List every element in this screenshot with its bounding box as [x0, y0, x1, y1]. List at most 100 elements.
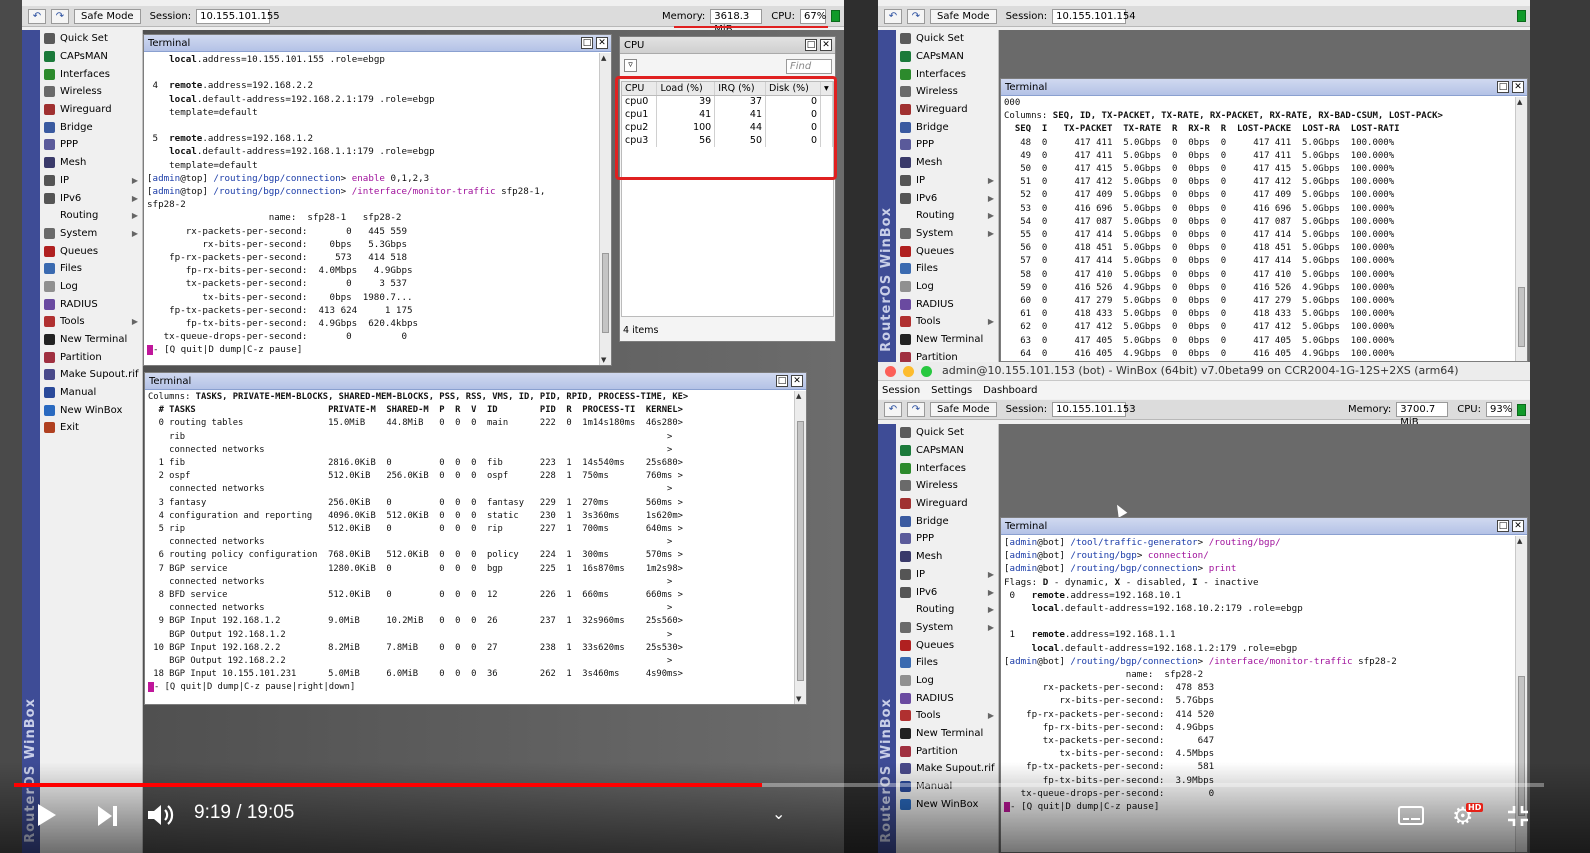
zoom-traffic-light-icon[interactable]: [921, 366, 932, 377]
close-icon[interactable]: ✕: [1512, 81, 1524, 93]
menu-item-quick-set[interactable]: Quick Set: [896, 424, 998, 442]
menu-item-new-terminal[interactable]: New Terminal: [896, 331, 998, 349]
menu-item-system[interactable]: System ▶: [896, 619, 998, 637]
window-title-bar[interactable]: CPU □ ✕: [620, 37, 835, 54]
safe-mode-button[interactable]: Safe Mode: [930, 8, 997, 24]
terminal-window-2[interactable]: Terminal □ ✕ Columns: TASKS, PRIVATE-MEM-…: [144, 372, 807, 705]
menu-item-mesh[interactable]: Mesh: [896, 154, 998, 172]
terminal-output[interactable]: 000 Columns: SEQ, ID, TX-PACKET, TX-RATE,…: [1001, 97, 1514, 361]
undo-icon[interactable]: ↶: [28, 8, 46, 24]
menu-item-new-terminal[interactable]: New Terminal: [896, 725, 998, 743]
subtitles-icon[interactable]: [1398, 806, 1424, 825]
maximize-icon[interactable]: □: [776, 375, 788, 387]
menu-item-capsman[interactable]: CAPsMAN: [40, 48, 142, 66]
traffic-generator-terminal[interactable]: Terminal □ ✕ 000 Columns: SEQ, ID, TX-PACK…: [1000, 78, 1528, 362]
menu-item-exit[interactable]: Exit: [40, 419, 142, 437]
menu-item-partition[interactable]: Partition: [896, 348, 998, 362]
menubar-item-dashboard[interactable]: Dashboard: [983, 385, 1037, 396]
close-icon[interactable]: ✕: [791, 375, 803, 387]
scrollbar[interactable]: ▲ ▼: [599, 53, 611, 365]
menu-item-ip[interactable]: IP ▶: [40, 172, 142, 190]
scroll-thumb[interactable]: [1518, 287, 1525, 347]
menu-item-make-supout-rif[interactable]: Make Supout.rif: [40, 366, 142, 384]
play-icon[interactable]: [38, 804, 56, 826]
menu-item-wireless[interactable]: Wireless: [40, 83, 142, 101]
menubar-item-settings[interactable]: Settings: [931, 385, 972, 396]
window-title-bar[interactable]: Terminal □ ✕: [145, 373, 806, 390]
window-titlebar[interactable]: admin@10.155.101.153 (bot) - WinBox (64b…: [878, 362, 1530, 381]
safe-mode-button[interactable]: Safe Mode: [74, 8, 141, 24]
menu-item-radius[interactable]: RADIUS: [896, 295, 998, 313]
menu-item-queues[interactable]: Queues: [896, 636, 998, 654]
menu-item-radius[interactable]: RADIUS: [896, 689, 998, 707]
maximize-icon[interactable]: □: [1497, 81, 1509, 93]
close-icon[interactable]: ✕: [1512, 520, 1524, 532]
minimize-traffic-light-icon[interactable]: [903, 366, 914, 377]
terminal-output[interactable]: Columns: TASKS, PRIVATE-MEM-BLOCKS, SHAR…: [145, 391, 793, 704]
window-title-bar[interactable]: Terminal □ ✕: [144, 35, 611, 52]
menu-item-queues[interactable]: Queues: [40, 242, 142, 260]
scroll-up-icon[interactable]: ▲: [796, 392, 801, 400]
progress-track[interactable]: [14, 783, 1544, 787]
menu-item-wireguard[interactable]: Wireguard: [896, 495, 998, 513]
menu-item-files[interactable]: Files: [896, 654, 998, 672]
menubar-item-session[interactable]: Session: [882, 385, 920, 396]
maximize-icon[interactable]: □: [1497, 520, 1509, 532]
scroll-up-icon[interactable]: ▲: [1517, 98, 1522, 106]
menu-item-routing[interactable]: Routing ▶: [896, 207, 998, 225]
close-icon[interactable]: ✕: [596, 37, 608, 49]
scroll-down-icon[interactable]: ▼: [601, 356, 606, 364]
menu-item-capsman[interactable]: CAPsMAN: [896, 48, 998, 66]
menu-item-quick-set[interactable]: Quick Set: [896, 30, 998, 48]
exit-fullscreen-icon[interactable]: [1506, 804, 1530, 828]
menu-item-system[interactable]: System ▶: [896, 225, 998, 243]
redo-icon[interactable]: ↷: [907, 402, 925, 417]
menu-item-routing[interactable]: Routing ▶: [40, 207, 142, 225]
menu-item-manual[interactable]: Manual: [40, 384, 142, 402]
menu-item-quick-set[interactable]: Quick Set: [40, 30, 142, 48]
undo-icon[interactable]: ↶: [884, 402, 902, 417]
menu-item-files[interactable]: Files: [40, 260, 142, 278]
scroll-up-icon[interactable]: ▲: [1517, 537, 1522, 545]
menu-item-wireless[interactable]: Wireless: [896, 83, 998, 101]
menu-item-ppp[interactable]: PPP: [896, 530, 998, 548]
window-title-bar[interactable]: Terminal □ ✕: [1001, 79, 1527, 96]
menu-item-log[interactable]: Log: [896, 278, 998, 296]
menu-item-ppp[interactable]: PPP: [40, 136, 142, 154]
menu-item-wireless[interactable]: Wireless: [896, 477, 998, 495]
menu-item-ipv6[interactable]: IPv6 ▶: [896, 583, 998, 601]
scroll-thumb[interactable]: [797, 421, 804, 681]
find-input[interactable]: Find: [786, 59, 832, 74]
close-icon[interactable]: ✕: [820, 39, 832, 51]
scroll-thumb[interactable]: [602, 253, 609, 333]
scroll-down-icon[interactable]: ▼: [796, 695, 801, 703]
menu-item-system[interactable]: System ▶: [40, 225, 142, 243]
menu-item-interfaces[interactable]: Interfaces: [896, 459, 998, 477]
menu-item-routing[interactable]: Routing ▶: [896, 601, 998, 619]
close-traffic-light-icon[interactable]: [885, 366, 896, 377]
menu-item-ip[interactable]: IP ▶: [896, 566, 998, 584]
menu-item-partition[interactable]: Partition: [40, 348, 142, 366]
menu-item-ip[interactable]: IP ▶: [896, 172, 998, 190]
maximize-icon[interactable]: □: [805, 39, 817, 51]
menu-item-mesh[interactable]: Mesh: [40, 154, 142, 172]
menu-item-ipv6[interactable]: IPv6 ▶: [40, 189, 142, 207]
menu-item-log[interactable]: Log: [896, 672, 998, 690]
redo-icon[interactable]: ↷: [907, 8, 925, 24]
scrollbar[interactable]: ▲: [1515, 97, 1527, 361]
redo-icon[interactable]: ↷: [51, 8, 69, 24]
menu-item-bridge[interactable]: Bridge: [40, 118, 142, 136]
session-field[interactable]: 10.155.101.155: [196, 8, 280, 24]
undo-icon[interactable]: ↶: [884, 8, 902, 24]
menu-item-radius[interactable]: RADIUS: [40, 295, 142, 313]
menu-item-wireguard[interactable]: Wireguard: [896, 101, 998, 119]
filter-icon[interactable]: ▿: [624, 59, 637, 72]
menu-item-capsman[interactable]: CAPsMAN: [896, 442, 998, 460]
session-field[interactable]: 10.155.101.154: [1052, 8, 1136, 24]
menu-item-interfaces[interactable]: Interfaces: [896, 65, 998, 83]
menu-item-wireguard[interactable]: Wireguard: [40, 101, 142, 119]
maximize-icon[interactable]: □: [581, 37, 593, 49]
menu-item-new-terminal[interactable]: New Terminal: [40, 331, 142, 349]
menu-item-bridge[interactable]: Bridge: [896, 118, 998, 136]
menu-item-files[interactable]: Files: [896, 260, 998, 278]
